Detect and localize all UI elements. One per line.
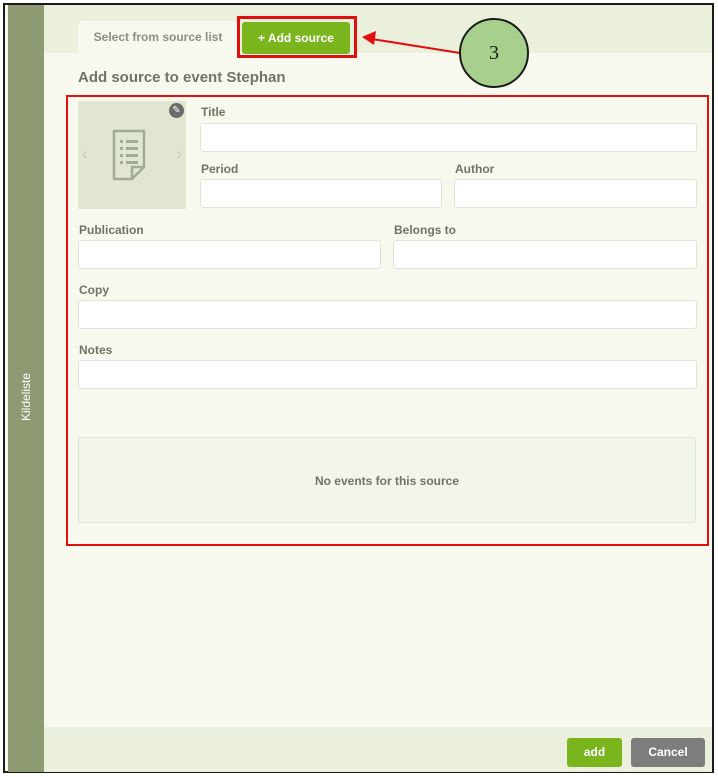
tab-select-from-source-list[interactable]: Select from source list bbox=[78, 21, 238, 55]
source-list-sidebar[interactable]: Kildeliste bbox=[8, 5, 44, 772]
sidebar-label: Kildeliste bbox=[19, 372, 33, 422]
form-highlight-box bbox=[66, 95, 709, 546]
dialog-footer: add Cancel bbox=[44, 727, 712, 772]
add-button[interactable]: add bbox=[567, 738, 622, 767]
step-callout: 3 bbox=[459, 18, 529, 88]
cancel-button[interactable]: Cancel bbox=[631, 738, 705, 767]
add-source-highlight-box bbox=[237, 16, 357, 58]
tab-bar: Select from source list + Add source bbox=[44, 5, 712, 55]
page-title: Add source to event Stephan bbox=[78, 69, 286, 86]
